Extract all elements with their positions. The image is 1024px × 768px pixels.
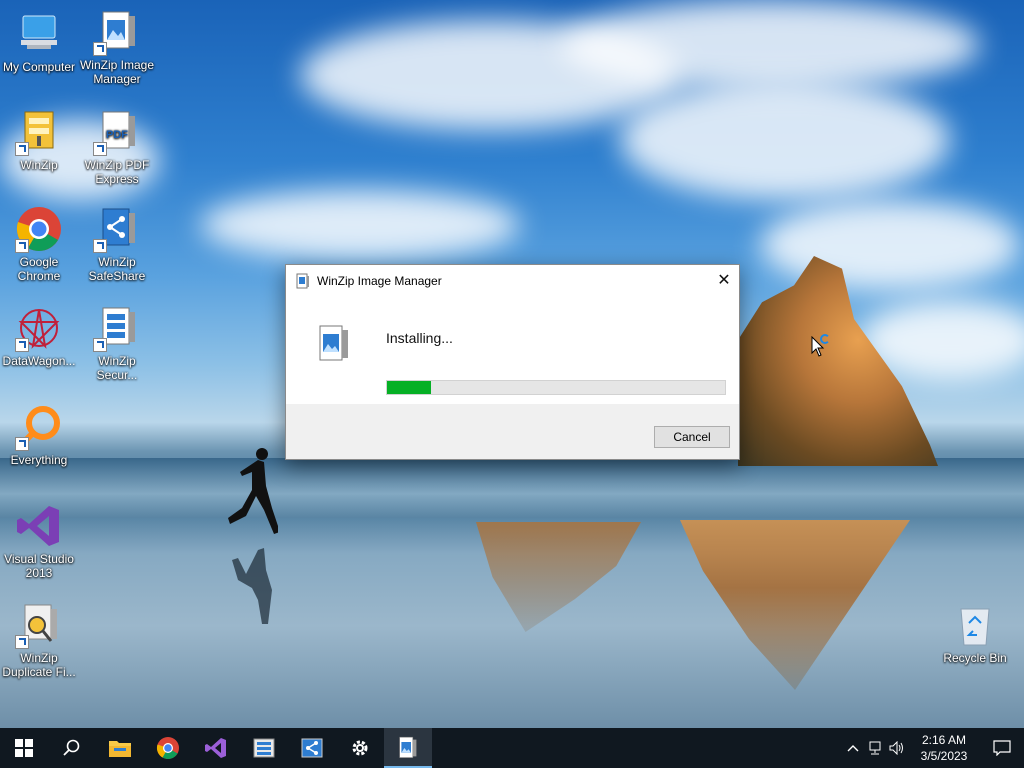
search-button[interactable] <box>48 728 96 768</box>
folder-icon <box>109 741 131 757</box>
desktop-icon-label: Everything <box>10 453 68 467</box>
winzip-image-manager-icon <box>319 325 348 361</box>
desktop-icon-label: DataWagon... <box>2 354 76 368</box>
taskbar-winzip-safeshare[interactable] <box>288 728 336 768</box>
winzip-secure-icon <box>93 304 141 352</box>
visual-studio-icon <box>205 738 226 758</box>
volume-icon <box>889 741 903 755</box>
close-button[interactable]: ✕ <box>709 265 739 295</box>
dialog-title: WinZip Image Manager <box>317 273 442 288</box>
winzip-safeshare-icon <box>93 205 141 253</box>
desktop-icon-winzip-image-manager[interactable]: WinZip Image Manager <box>78 8 156 86</box>
clock-time: 2:16 AM <box>921 733 967 747</box>
winzip-image-manager-icon <box>296 273 309 288</box>
shortcut-arrow-icon <box>15 437 29 451</box>
svg-text:PDF: PDF <box>106 129 128 141</box>
shortcut-arrow-icon <box>93 239 107 253</box>
cancel-button[interactable]: Cancel <box>654 426 730 448</box>
desktop-icon-label: My Computer <box>2 60 76 74</box>
progress-fill <box>387 381 431 394</box>
winzip-image-manager-icon <box>93 8 141 56</box>
datawagon-icon <box>15 304 63 352</box>
desktop-icon-label: Recycle Bin <box>943 651 1007 665</box>
desktop-icon-google-chrome[interactable]: Google Chrome <box>0 205 78 283</box>
visual-studio-icon <box>15 502 63 550</box>
gear-icon <box>352 740 368 756</box>
desktop-icon-winzip[interactable]: WinZip <box>0 108 78 172</box>
search-icon <box>63 739 80 756</box>
shortcut-arrow-icon <box>15 142 29 156</box>
start-button[interactable] <box>0 728 48 768</box>
winzip-duplicate-icon <box>15 601 63 649</box>
desktop-icon-visual-studio[interactable]: Visual Studio 2013 <box>0 502 78 580</box>
desktop-icon-label: WinZip <box>20 158 58 172</box>
chrome-icon <box>156 737 179 759</box>
busy-spinner-icon <box>820 334 830 344</box>
desktop-icon-winzip-duplicate[interactable]: WinZip Duplicate Fi... <box>0 601 78 679</box>
winzip-secure-icon <box>253 738 275 758</box>
dialog-title-bar[interactable]: WinZip Image Manager ✕ <box>286 265 739 296</box>
volume-button[interactable] <box>886 728 908 768</box>
close-icon: ✕ <box>717 272 731 289</box>
shortcut-arrow-icon <box>93 142 107 156</box>
taskbar-winzip-secure[interactable] <box>240 728 288 768</box>
winzip-icon <box>15 108 63 156</box>
install-dialog: WinZip Image Manager ✕ Installing... Can… <box>285 264 740 460</box>
taskbar-file-explorer[interactable] <box>96 728 144 768</box>
desktop-icon-winzip-pdf-express[interactable]: PDF WinZip PDF Express <box>78 108 156 186</box>
winzip-safeshare-icon <box>301 738 323 758</box>
desktop-icon-label: Visual Studio 2013 <box>4 552 74 580</box>
desktop-icon-label: WinZip Secur... <box>96 354 138 382</box>
shortcut-arrow-icon <box>15 239 29 253</box>
chrome-icon <box>15 205 63 253</box>
shortcut-arrow-icon <box>15 635 29 649</box>
desktop-icon-recycle-bin[interactable]: Recycle Bin <box>936 601 1014 665</box>
install-progress-bar <box>386 380 726 395</box>
desktop-icon-datawagon[interactable]: DataWagon... <box>0 304 78 368</box>
taskbar-clock[interactable]: 2:16 AM 3/5/2023 <box>908 732 980 764</box>
taskbar-visual-studio[interactable] <box>192 728 240 768</box>
network-icon <box>869 741 881 755</box>
desktop-icon-everything[interactable]: Everything <box>0 403 78 467</box>
everything-icon <box>15 403 63 451</box>
desktop-icon-label: WinZip Image Manager <box>79 58 155 86</box>
winzip-pdf-icon: PDF <box>93 108 141 156</box>
windows-logo-icon <box>15 739 33 757</box>
winzip-image-manager-icon <box>399 736 417 758</box>
dialog-footer: Cancel <box>286 404 739 459</box>
recycle-bin-icon <box>951 601 999 649</box>
network-button[interactable] <box>864 728 886 768</box>
desktop-icon-winzip-secure[interactable]: WinZip Secur... <box>78 304 156 382</box>
install-status-text: Installing... <box>386 330 453 346</box>
desktop-icon-label: WinZip SafeShare <box>88 255 146 283</box>
taskbar-settings[interactable] <box>336 728 384 768</box>
shortcut-arrow-icon <box>93 42 107 56</box>
system-tray: 2:16 AM 3/5/2023 <box>842 728 1024 768</box>
show-hidden-icons-button[interactable] <box>842 728 864 768</box>
shortcut-arrow-icon <box>15 338 29 352</box>
desktop-icon-label: WinZip Duplicate Fi... <box>2 651 76 679</box>
notification-icon <box>993 740 1011 756</box>
desktop-icon-label: WinZip PDF Express <box>84 158 150 186</box>
desktop-icon-label: Google Chrome <box>17 255 61 283</box>
action-center-button[interactable] <box>980 728 1024 768</box>
chevron-up-icon <box>847 745 859 752</box>
taskbar: 2:16 AM 3/5/2023 <box>0 728 1024 768</box>
computer-icon <box>15 10 63 58</box>
desktop-icon-my-computer[interactable]: My Computer <box>0 10 78 74</box>
taskbar-winzip-image-manager[interactable] <box>384 728 432 768</box>
dialog-body: Installing... <box>286 296 739 404</box>
shortcut-arrow-icon <box>93 338 107 352</box>
clock-date: 3/5/2023 <box>920 749 968 763</box>
taskbar-chrome[interactable] <box>144 728 192 768</box>
desktop-icon-winzip-safeshare[interactable]: WinZip SafeShare <box>78 205 156 283</box>
